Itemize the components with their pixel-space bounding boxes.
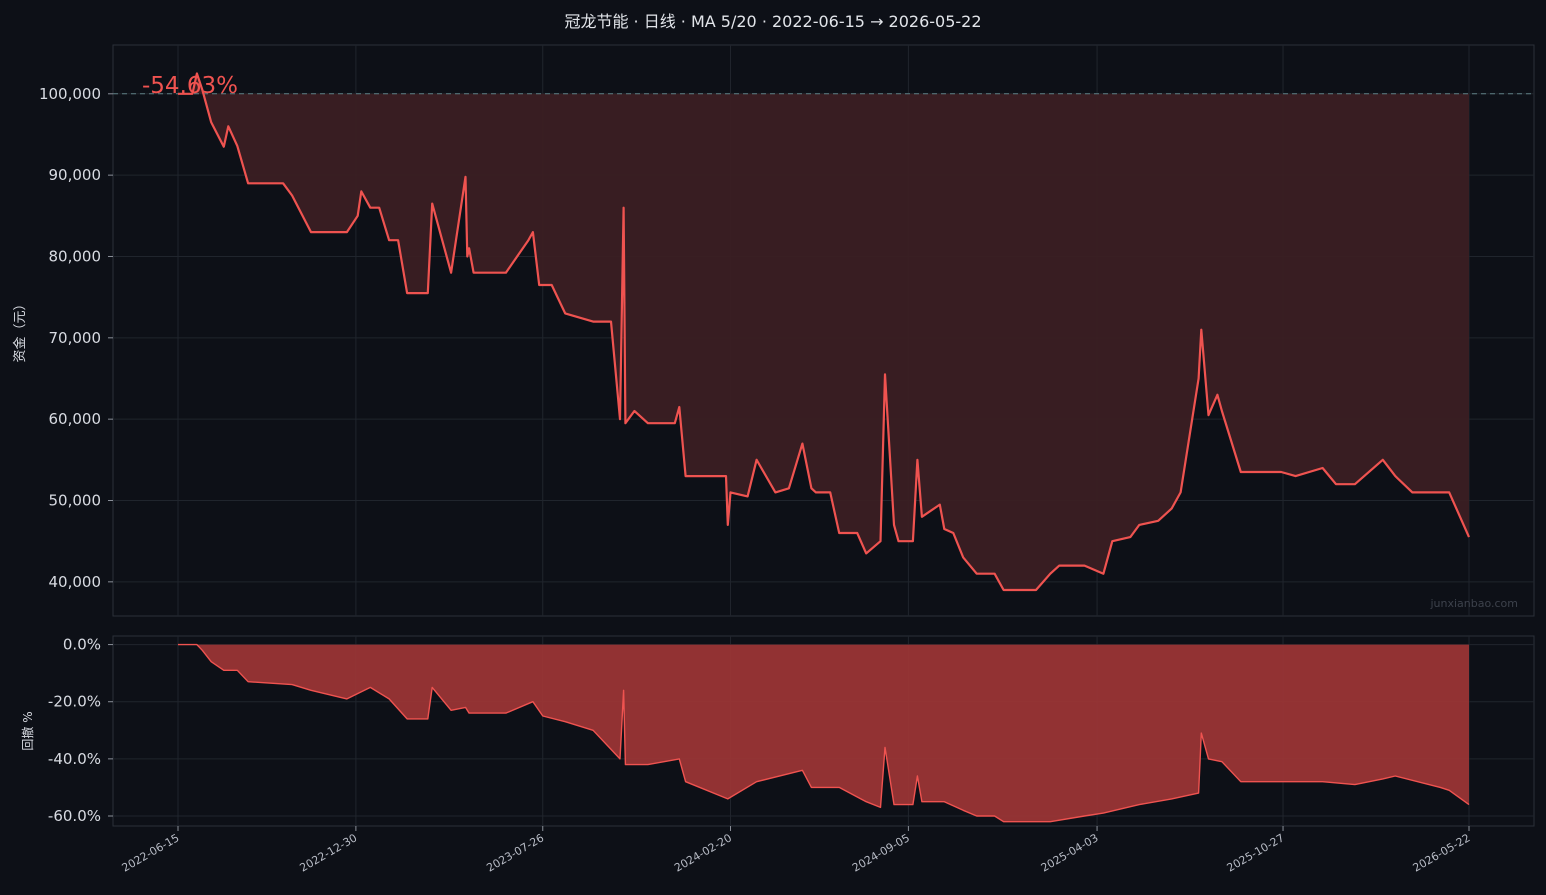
- y-tick-label: 100,000: [39, 85, 101, 103]
- return-annotation: -54.63%: [142, 73, 238, 99]
- x-tick-label: 2022-12-30: [298, 831, 360, 874]
- watermark: junxianbao.com: [1429, 597, 1518, 610]
- y-tick-label: 80,000: [49, 247, 102, 265]
- x-tick-label: 2022-06-15: [120, 831, 182, 874]
- x-tick-label: 2025-10-27: [1225, 831, 1287, 874]
- x-tick-label: 2024-02-20: [672, 831, 734, 874]
- y-tick-label: -40.0%: [48, 750, 101, 768]
- y-tick-label: -60.0%: [48, 807, 101, 825]
- y-tick-label: 70,000: [49, 329, 102, 347]
- chart-svg: 2022-06-15 2022-12-30 2023-07-26 2024-02-20…: [12, 44, 1535, 875]
- y-tick-label: 60,000: [49, 410, 102, 428]
- y-tick-label: 0.0%: [63, 636, 101, 654]
- x-tick-label: 2024-09-05: [850, 831, 912, 874]
- equity-y-axis-label: 资金（元）: [12, 297, 28, 362]
- x-tick-label: 2023-07-26: [484, 831, 546, 874]
- x-tick-label: 2026-05-22: [1411, 831, 1473, 874]
- y-tick-label: 40,000: [49, 573, 102, 591]
- x-tick-label: 2025-04-03: [1039, 831, 1101, 874]
- y-tick-label: -20.0%: [48, 693, 101, 711]
- y-tick-label: 90,000: [49, 166, 102, 184]
- y-tick-label: 50,000: [49, 491, 102, 509]
- drawdown-y-axis-label: 回撤 %: [20, 711, 35, 750]
